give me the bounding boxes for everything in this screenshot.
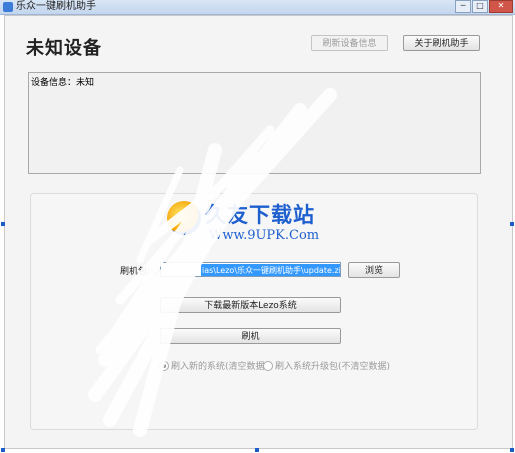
- package-path-value: ias\Lezo\乐众一键刷机助手\update.zip: [201, 264, 340, 276]
- browse-button[interactable]: 浏览: [348, 262, 400, 278]
- radio-upgrade[interactable]: [263, 360, 273, 371]
- watermark-logo: 久友下载站 Www.9UPK.Com: [165, 197, 345, 247]
- package-path-label: 刷机包:: [120, 267, 151, 277]
- option-upgrade[interactable]: 刷入系统升级包(不清空数据): [263, 359, 390, 372]
- close-button[interactable]: ✕: [489, 0, 513, 13]
- refresh-device-button[interactable]: 刷新设备信息: [311, 35, 388, 51]
- resize-handle-left[interactable]: [1, 222, 5, 226]
- resize-handle-bottom-left[interactable]: [1, 448, 5, 452]
- maximize-button[interactable]: □: [472, 0, 488, 13]
- minimize-button[interactable]: ─: [455, 0, 471, 13]
- about-button[interactable]: 关于刷机助手: [403, 35, 480, 51]
- download-system-button[interactable]: 下载最新版本Lezo系统: [160, 297, 341, 313]
- option-clean-install[interactable]: 刷入新的系统(清空数据): [159, 359, 268, 372]
- window-title: 乐众一键刷机助手: [16, 1, 96, 12]
- package-path-input[interactable]: ias\Lezo\乐众一键刷机助手\update.zip: [160, 262, 341, 277]
- watermark-brand: 久友下载站: [205, 203, 315, 227]
- app-icon: [3, 2, 13, 12]
- resize-handle-right[interactable]: [510, 222, 514, 226]
- radio-clean-install[interactable]: [159, 360, 169, 371]
- device-info-text: 设备信息：未知: [31, 78, 95, 88]
- flash-button[interactable]: 刷机: [160, 328, 341, 344]
- option-clean-install-label: 刷入新的系统(清空数据): [171, 362, 269, 372]
- window-controls: ─ □ ✕: [455, 0, 513, 13]
- watermark-url: Www.9UPK.Com: [209, 228, 320, 243]
- resize-handle-bottom-right[interactable]: [510, 448, 514, 452]
- option-upgrade-label: 刷入系统升级包(不清空数据): [275, 362, 391, 372]
- watermark-emblem-icon: [167, 201, 201, 235]
- title-bar: 乐众一键刷机助手 ─ □ ✕: [0, 0, 515, 15]
- resize-handle-bottom[interactable]: [255, 448, 259, 452]
- device-title: 未知设备: [26, 38, 102, 59]
- device-info-box: 设备信息：未知: [28, 72, 481, 174]
